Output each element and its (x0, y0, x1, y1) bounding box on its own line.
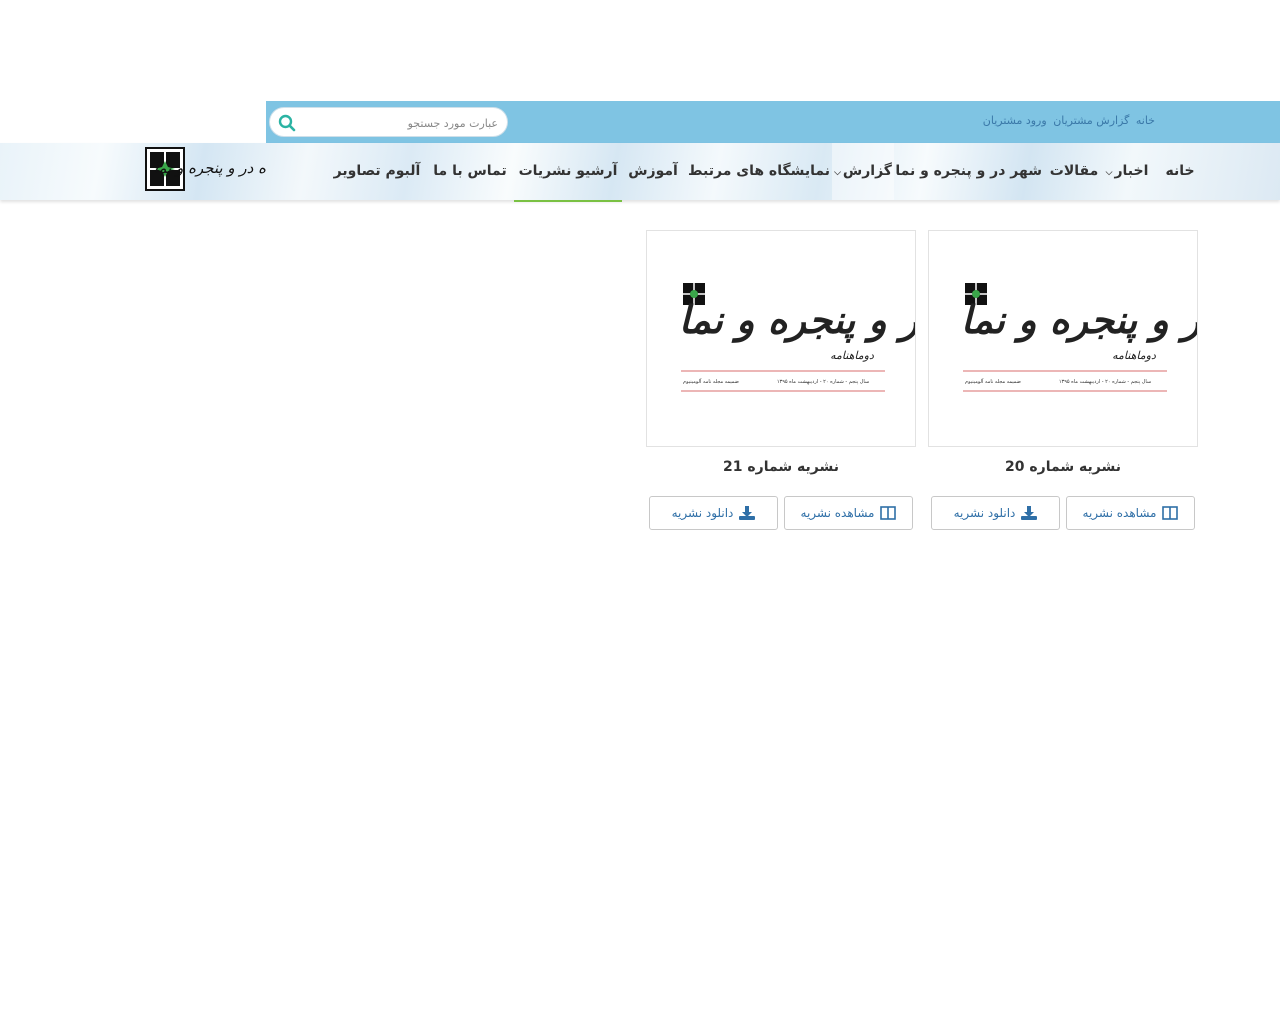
nav-item-label: تماس با ما (433, 163, 507, 179)
download-issue-label: دانلود نشریه (953, 506, 1016, 520)
view-issue-button[interactable]: مشاهده نشریه (1066, 496, 1195, 530)
cover-subtitle: دوماهنامه (1112, 349, 1156, 362)
nav-item-contact[interactable]: تماس با ما (428, 143, 512, 200)
issue-cover[interactable]: در و پنجره و نما دوماهنامه سال پنجم - شم… (646, 230, 916, 447)
nav-item-label: آموزش (628, 163, 678, 179)
nav-item-archive[interactable]: آرشیو نشریات (514, 143, 622, 202)
chevron-down-icon: ⌵ (834, 168, 841, 178)
cover-issue-line: سال پنجم - شماره ۲۰ - اردیبهشت ماه ۱۳۹۵ (777, 379, 869, 385)
nav-item-news[interactable]: اخبار⌵ (1100, 143, 1154, 200)
logo-text: باشگاه در و پنجره و نما (154, 159, 267, 177)
download-issue-button[interactable]: دانلود نشریه (931, 496, 1060, 530)
site-logo[interactable]: باشگاه در و پنجره و نما (145, 147, 300, 195)
cover-subtitle: دوماهنامه (830, 349, 874, 362)
window-logo-icon: باشگاه در و پنجره و نما (145, 147, 300, 191)
cover-graphic: در و پنجره و نما دوماهنامه سال پنجم - شم… (961, 283, 1197, 392)
nav-item-label: خانه (1165, 163, 1195, 179)
cover-footer: ضمیمه مجله نامه آلومینیوم (965, 378, 1021, 385)
nav-item-city[interactable]: شهر در و پنجره و نما (895, 143, 1042, 200)
top-link-home[interactable]: خانه (1136, 114, 1155, 127)
nav-item-label: گزارش (842, 163, 892, 179)
cover-issue-line: سال پنجم - شماره ۲۰ - اردیبهشت ماه ۱۳۹۵ (1059, 379, 1151, 385)
nav-item-label: نمایشگاه های مرتبط (688, 163, 830, 179)
nav-item-gallery[interactable]: آلبوم تصاویر (330, 143, 424, 200)
book-open-icon (1162, 506, 1179, 520)
search-input[interactable] (300, 113, 500, 133)
chevron-down-icon: ⌵ (1105, 168, 1113, 178)
cover-title: در و پنجره و نما (961, 297, 1197, 343)
cover-footer: ضمیمه مجله نامه آلومینیوم (683, 378, 739, 385)
top-links: خانه گزارش مشتریان ورود مشتریان (980, 114, 1155, 127)
issue-cover[interactable]: در و پنجره و نما دوماهنامه سال پنجم - شم… (928, 230, 1198, 447)
issue-title: نشریه شماره 20 (1005, 459, 1121, 475)
download-icon (1021, 506, 1038, 520)
download-issue-button[interactable]: دانلود نشریه (649, 496, 778, 530)
view-issue-label: مشاهده نشریه (800, 506, 875, 520)
nav-item-label: آلبوم تصاویر (333, 163, 421, 179)
search-icon[interactable] (278, 114, 296, 132)
cover-title: در و پنجره و نما (679, 297, 915, 343)
nav-item-articles[interactable]: مقالات (1045, 143, 1103, 200)
nav-item-exhibitions[interactable]: نمایشگاه های مرتبط (688, 143, 830, 200)
main-nav: خانه اخبار⌵ مقالات شهر در و پنجره و نما … (0, 143, 1280, 202)
nav-item-label: شهر در و پنجره و نما (895, 163, 1042, 179)
top-link-customer-login[interactable]: ورود مشتریان (983, 114, 1047, 127)
nav-item-report[interactable]: گزارش⌵ (832, 143, 894, 200)
book-open-icon (880, 506, 897, 520)
search-box (269, 107, 508, 137)
view-issue-button[interactable]: مشاهده نشریه (784, 496, 913, 530)
nav-item-label: مقالات (1049, 163, 1099, 179)
cover-graphic: در و پنجره و نما دوماهنامه سال پنجم - شم… (679, 283, 915, 392)
nav-item-education[interactable]: آموزش (624, 143, 682, 200)
nav-item-label: آرشیو نشریات (518, 163, 618, 179)
top-link-customer-report[interactable]: گزارش مشتریان (1053, 114, 1129, 127)
nav-item-home[interactable]: خانه (1160, 143, 1200, 200)
issue-title: نشریه شماره 21 (723, 459, 839, 475)
download-issue-label: دانلود نشریه (671, 506, 734, 520)
view-issue-label: مشاهده نشریه (1082, 506, 1157, 520)
nav-item-label: اخبار (1114, 163, 1149, 179)
top-bar: خانه گزارش مشتریان ورود مشتریان (266, 101, 1280, 143)
download-icon (739, 506, 756, 520)
